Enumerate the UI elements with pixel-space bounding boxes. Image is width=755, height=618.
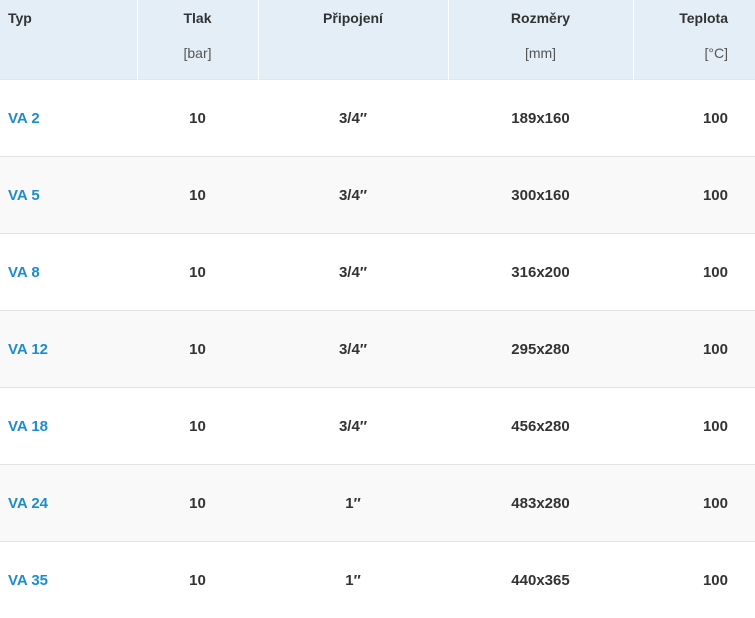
- cell-rozmery: 456x280: [448, 388, 633, 465]
- table-row: VA 24 10 1″ 483x280 100: [0, 465, 755, 542]
- table-row: VA 18 10 3/4″ 456x280 100: [0, 388, 755, 465]
- cell-rozmery: 295x280: [448, 311, 633, 388]
- cell-pripojeni: 1″: [258, 465, 448, 542]
- type-link[interactable]: VA 24: [8, 495, 48, 512]
- table-header: Typ Tlak [bar] Připojení Rozměry [mm] Te…: [0, 0, 755, 80]
- table-row: VA 35 10 1″ 440x365 100: [0, 542, 755, 618]
- cell-rozmery: 300x160: [448, 157, 633, 234]
- cell-typ: VA 5: [0, 157, 137, 234]
- cell-pripojeni: 3/4″: [258, 311, 448, 388]
- cell-pripojeni: 3/4″: [258, 234, 448, 311]
- type-link[interactable]: VA 2: [8, 110, 40, 127]
- header-rozmery: Rozměry [mm]: [448, 0, 633, 80]
- header-title: Teplota: [634, 9, 729, 27]
- header-unit: [°C]: [634, 44, 729, 62]
- type-link[interactable]: VA 12: [8, 341, 48, 358]
- cell-tlak: 10: [137, 465, 258, 542]
- table-row: VA 12 10 3/4″ 295x280 100: [0, 311, 755, 388]
- cell-pripojeni: 3/4″: [258, 388, 448, 465]
- cell-typ: VA 8: [0, 234, 137, 311]
- cell-tlak: 10: [137, 234, 258, 311]
- header-pripojeni: Připojení: [258, 0, 448, 80]
- header-tlak: Tlak [bar]: [137, 0, 258, 80]
- header-teplota: Teplota [°C]: [633, 0, 755, 80]
- header-title: Připojení: [259, 9, 448, 27]
- spec-table: Typ Tlak [bar] Připojení Rozměry [mm] Te…: [0, 0, 755, 618]
- cell-pripojeni: 3/4″: [258, 80, 448, 157]
- cell-tlak: 10: [137, 157, 258, 234]
- cell-rozmery: 440x365: [448, 542, 633, 618]
- table-body: VA 2 10 3/4″ 189x160 100 VA 5 10 3/4″ 30…: [0, 80, 755, 618]
- type-link[interactable]: VA 18: [8, 418, 48, 435]
- type-link[interactable]: VA 5: [8, 187, 40, 204]
- cell-pripojeni: 3/4″: [258, 157, 448, 234]
- cell-teplota: 100: [633, 311, 755, 388]
- cell-rozmery: 483x280: [448, 465, 633, 542]
- cell-teplota: 100: [633, 80, 755, 157]
- header-title: Rozměry: [449, 9, 633, 27]
- header-row: Typ Tlak [bar] Připojení Rozměry [mm] Te…: [0, 0, 755, 80]
- table-row: VA 2 10 3/4″ 189x160 100: [0, 80, 755, 157]
- cell-typ: VA 18: [0, 388, 137, 465]
- cell-typ: VA 24: [0, 465, 137, 542]
- cell-tlak: 10: [137, 542, 258, 618]
- cell-teplota: 100: [633, 157, 755, 234]
- cell-typ: VA 35: [0, 542, 137, 618]
- header-title: Tlak: [138, 9, 258, 27]
- table-row: VA 8 10 3/4″ 316x200 100: [0, 234, 755, 311]
- header-typ: Typ: [0, 0, 137, 80]
- cell-rozmery: 316x200: [448, 234, 633, 311]
- cell-typ: VA 2: [0, 80, 137, 157]
- cell-typ: VA 12: [0, 311, 137, 388]
- type-link[interactable]: VA 8: [8, 264, 40, 281]
- cell-tlak: 10: [137, 388, 258, 465]
- header-unit: [mm]: [449, 44, 633, 62]
- cell-teplota: 100: [633, 542, 755, 618]
- cell-teplota: 100: [633, 234, 755, 311]
- cell-rozmery: 189x160: [448, 80, 633, 157]
- header-unit: [bar]: [138, 44, 258, 62]
- cell-tlak: 10: [137, 80, 258, 157]
- cell-tlak: 10: [137, 311, 258, 388]
- header-title: Typ: [8, 9, 137, 27]
- type-link[interactable]: VA 35: [8, 572, 48, 589]
- cell-teplota: 100: [633, 465, 755, 542]
- cell-pripojeni: 1″: [258, 542, 448, 618]
- table-row: VA 5 10 3/4″ 300x160 100: [0, 157, 755, 234]
- cell-teplota: 100: [633, 388, 755, 465]
